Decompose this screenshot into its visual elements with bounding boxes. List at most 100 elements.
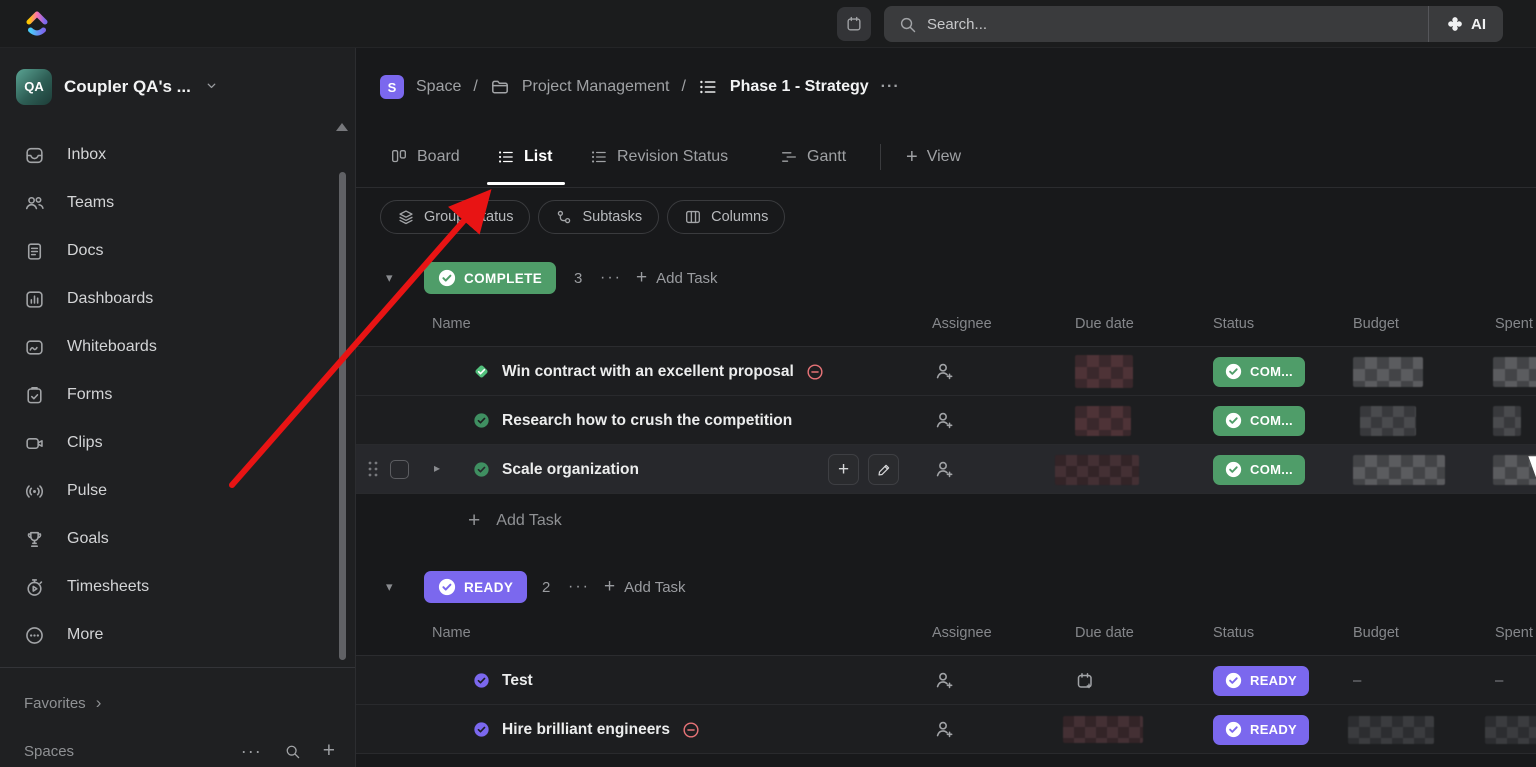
redacted-budget xyxy=(1353,445,1445,494)
group-more-button[interactable]: ··· xyxy=(600,269,622,287)
spaces-search-icon[interactable] xyxy=(284,743,301,760)
breadcrumb-space[interactable]: Space xyxy=(416,78,461,96)
subtasks-button[interactable]: Subtasks xyxy=(538,200,660,234)
pulse-icon xyxy=(24,481,45,502)
group-status-badge[interactable]: READY xyxy=(424,571,528,603)
table-row[interactable]: Research how to crush the competition CO… xyxy=(356,396,1536,445)
column-header-status[interactable]: Status xyxy=(1213,625,1254,641)
sidebar-item-more[interactable]: More xyxy=(0,611,355,659)
space-badge[interactable]: S xyxy=(380,75,404,99)
task-name[interactable]: Scale organization xyxy=(502,461,639,479)
sidebar-item-dashboards[interactable]: Dashboards xyxy=(0,275,355,323)
check-circle-icon xyxy=(1225,412,1242,429)
group-add-task-button[interactable]: + Add Task xyxy=(604,576,686,598)
search-input[interactable]: Search... xyxy=(884,6,1428,42)
drag-handle-icon[interactable] xyxy=(366,459,380,479)
columns-button[interactable]: Columns xyxy=(667,200,786,234)
group-status-badge[interactable]: COMPLETE xyxy=(424,262,557,294)
task-checkbox[interactable] xyxy=(390,460,409,479)
sidebar-item-clips[interactable]: Clips xyxy=(0,419,355,467)
column-header-assignee[interactable]: Assignee xyxy=(932,625,992,641)
group-add-task-button[interactable]: + Add Task xyxy=(636,267,718,289)
calendar-button[interactable] xyxy=(837,7,871,41)
breadcrumb-project[interactable]: Project Management xyxy=(522,78,670,96)
tab-board[interactable]: Board xyxy=(390,126,460,188)
add-assignee-button[interactable] xyxy=(934,396,955,445)
list-toolbar: Group: Status Subtasks Columns xyxy=(380,200,786,234)
sidebar-item-forms[interactable]: Forms xyxy=(0,371,355,419)
add-assignee-button[interactable] xyxy=(934,656,955,705)
status-badge[interactable]: COM... xyxy=(1213,356,1305,387)
status-badge[interactable]: READY xyxy=(1213,665,1310,696)
inbox-icon xyxy=(24,145,45,166)
spaces-more-button[interactable]: ··· xyxy=(241,741,262,762)
sidebar-item-goals[interactable]: Goals xyxy=(0,515,355,563)
table-row[interactable]: Test READY – – xyxy=(356,656,1536,705)
rename-task-button[interactable] xyxy=(868,454,899,485)
column-header-name[interactable]: Name xyxy=(432,625,471,641)
sidebar-scroll-up-arrow[interactable] xyxy=(336,123,348,131)
sidebar-item-timesheets[interactable]: Timesheets xyxy=(0,563,355,611)
table-row[interactable]: ▸ Scale organization + COM... xyxy=(356,445,1536,494)
column-header-status[interactable]: Status xyxy=(1213,316,1254,332)
sidebar-item-whiteboards[interactable]: Whiteboards xyxy=(0,323,355,371)
task-name[interactable]: Win contract with an excellent proposal xyxy=(502,363,794,381)
column-header-spent[interactable]: Spent xyxy=(1495,316,1533,332)
tab-revision-status[interactable]: Revision Status xyxy=(590,126,728,188)
sidebar-item-teams[interactable]: Teams xyxy=(0,179,355,227)
column-header-spent[interactable]: Spent xyxy=(1495,625,1533,641)
add-view-button[interactable]: + View xyxy=(906,126,961,188)
collapse-caret-icon[interactable]: ▾ xyxy=(386,579,393,595)
expand-caret-icon[interactable]: ▸ xyxy=(434,461,440,475)
sidebar-section-spaces[interactable]: Spaces ··· + xyxy=(0,738,355,764)
add-assignee-button[interactable] xyxy=(934,705,955,754)
redacted-spent xyxy=(1485,705,1536,754)
check-circle-icon xyxy=(1225,363,1242,380)
check-circle-icon xyxy=(1225,461,1242,478)
sidebar-item-docs[interactable]: Docs xyxy=(0,227,355,275)
table-row[interactable]: Win contract with an excellent proposal … xyxy=(356,347,1536,396)
workspace-avatar: QA xyxy=(16,68,52,105)
task-name[interactable]: Hire brilliant engineers xyxy=(502,721,670,739)
tab-gantt[interactable]: Gantt xyxy=(780,126,846,188)
forms-icon xyxy=(24,385,45,406)
task-name[interactable]: Test xyxy=(502,672,533,690)
task-name[interactable]: Research how to crush the competition xyxy=(502,412,792,430)
board-icon xyxy=(390,148,408,166)
ai-label: AI xyxy=(1471,15,1486,33)
sidebar-scrollbar[interactable] xyxy=(339,172,346,660)
spaces-add-button[interactable]: + xyxy=(323,739,335,763)
tab-list[interactable]: List xyxy=(497,126,552,188)
group-more-button[interactable]: ··· xyxy=(568,578,590,596)
sidebar-item-pulse[interactable]: Pulse xyxy=(0,467,355,515)
status-check-circle-icon xyxy=(474,673,489,688)
add-assignee-button[interactable] xyxy=(934,445,955,494)
add-task-button[interactable]: + Add Task xyxy=(468,509,562,533)
collapse-caret-icon[interactable]: ▾ xyxy=(386,270,393,286)
breadcrumb-list-name[interactable]: Phase 1 - Strategy xyxy=(730,78,869,96)
workspace-switcher[interactable]: QA Coupler QA's ... xyxy=(0,48,355,125)
spent-empty[interactable]: – xyxy=(1495,656,1503,705)
add-due-date-button[interactable] xyxy=(1075,656,1095,705)
column-header-due-date[interactable]: Due date xyxy=(1075,625,1134,641)
status-badge[interactable]: COM... xyxy=(1213,454,1305,485)
status-badge[interactable]: READY xyxy=(1213,714,1310,745)
column-header-name[interactable]: Name xyxy=(432,316,471,332)
column-header-due-date[interactable]: Due date xyxy=(1075,316,1134,332)
table-row[interactable]: Hire brilliant engineers READY xyxy=(356,705,1536,754)
column-header-budget[interactable]: Budget xyxy=(1353,625,1399,641)
clickup-logo-icon[interactable] xyxy=(26,7,48,41)
quick-add-subtask-button[interactable]: + xyxy=(828,454,859,485)
search-placeholder: Search... xyxy=(927,15,988,33)
column-header-assignee[interactable]: Assignee xyxy=(932,316,992,332)
add-assignee-button[interactable] xyxy=(934,347,955,396)
budget-empty[interactable]: – xyxy=(1353,656,1361,705)
group-task-count: 3 xyxy=(574,269,583,287)
breadcrumb-more-button[interactable]: ··· xyxy=(881,78,900,96)
group-by-button[interactable]: Group: Status xyxy=(380,200,531,234)
status-badge[interactable]: COM... xyxy=(1213,405,1305,436)
sidebar-section-favorites[interactable]: Favorites › xyxy=(0,668,355,738)
column-header-budget[interactable]: Budget xyxy=(1353,316,1399,332)
sidebar-item-inbox[interactable]: Inbox xyxy=(0,131,355,179)
ai-button[interactable]: AI xyxy=(1429,6,1503,42)
